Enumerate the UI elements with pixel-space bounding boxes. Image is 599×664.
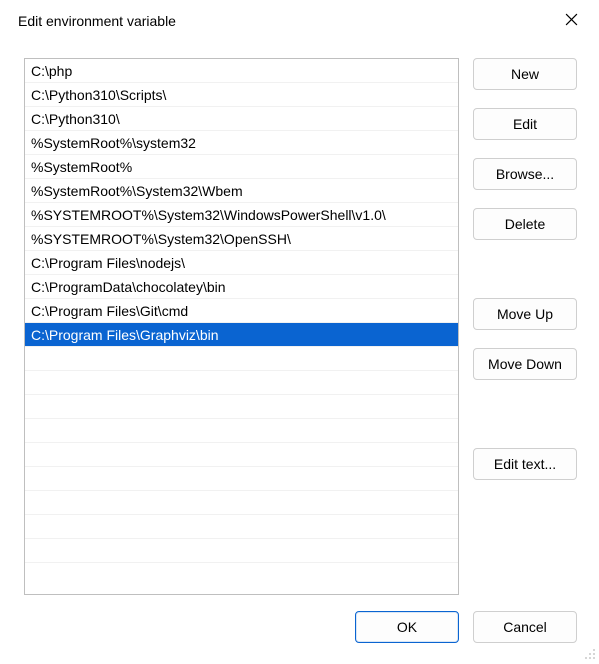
path-list-item[interactable] — [25, 467, 458, 491]
dialog-title: Edit environment variable — [18, 13, 176, 29]
resize-grip-icon[interactable] — [581, 645, 597, 661]
move-down-button[interactable]: Move Down — [473, 348, 577, 380]
path-list-item[interactable]: C:\Program Files\Graphviz\bin — [25, 323, 458, 347]
delete-button[interactable]: Delete — [473, 208, 577, 240]
path-list-item[interactable] — [25, 443, 458, 467]
path-list-item[interactable]: C:\ProgramData\chocolatey\bin — [25, 275, 458, 299]
path-list-item[interactable]: %SYSTEMROOT%\System32\WindowsPowerShell\… — [25, 203, 458, 227]
path-list-item[interactable] — [25, 395, 458, 419]
edit-text-button[interactable]: Edit text... — [473, 448, 577, 480]
move-up-button[interactable]: Move Up — [473, 298, 577, 330]
path-list-item[interactable] — [25, 515, 458, 539]
path-list-item[interactable]: C:\Program Files\nodejs\ — [25, 251, 458, 275]
titlebar: Edit environment variable — [0, 0, 599, 42]
edit-button[interactable]: Edit — [473, 108, 577, 140]
ok-button[interactable]: OK — [355, 611, 459, 643]
path-list-item[interactable]: C:\Python310\ — [25, 107, 458, 131]
path-list-item[interactable] — [25, 347, 458, 371]
path-list-item[interactable]: %SystemRoot%\System32\Wbem — [25, 179, 458, 203]
path-list-item[interactable]: %SYSTEMROOT%\System32\OpenSSH\ — [25, 227, 458, 251]
path-list-item[interactable] — [25, 371, 458, 395]
close-icon — [565, 13, 578, 29]
path-list-item[interactable] — [25, 419, 458, 443]
close-button[interactable] — [557, 7, 585, 35]
path-list-item[interactable] — [25, 491, 458, 515]
dialog-content: C:\phpC:\Python310\Scripts\C:\Python310\… — [0, 42, 599, 603]
path-listbox[interactable]: C:\phpC:\Python310\Scripts\C:\Python310\… — [24, 58, 459, 595]
path-list-item[interactable]: %SystemRoot% — [25, 155, 458, 179]
path-list-item[interactable]: C:\Program Files\Git\cmd — [25, 299, 458, 323]
side-button-column: New Edit Browse... Delete Move Up Move D… — [473, 58, 577, 595]
path-list-item[interactable]: C:\php — [25, 59, 458, 83]
cancel-button[interactable]: Cancel — [473, 611, 577, 643]
new-button[interactable]: New — [473, 58, 577, 90]
path-list-item[interactable] — [25, 539, 458, 563]
dialog-footer: OK Cancel — [0, 603, 599, 663]
path-list-item[interactable]: %SystemRoot%\system32 — [25, 131, 458, 155]
browse-button[interactable]: Browse... — [473, 158, 577, 190]
edit-env-var-dialog: Edit environment variable C:\phpC:\Pytho… — [0, 0, 599, 663]
path-list-item[interactable]: C:\Python310\Scripts\ — [25, 83, 458, 107]
